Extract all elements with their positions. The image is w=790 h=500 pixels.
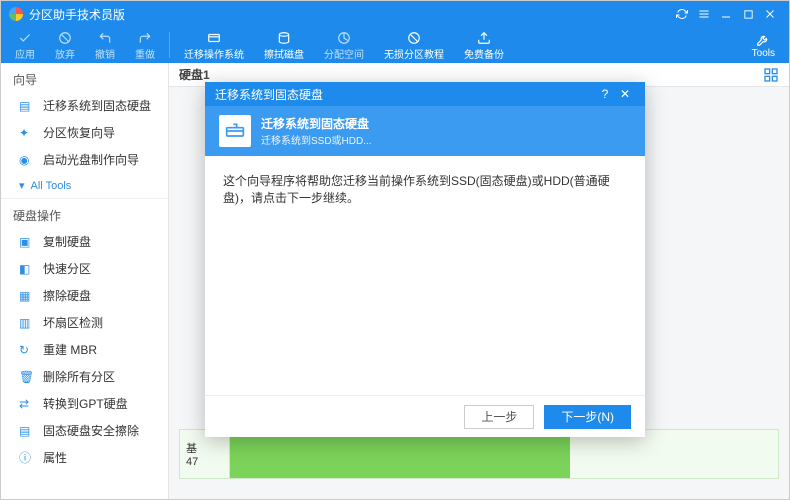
modal-migrate-os: 迁移系统到固态硬盘 ? ✕ 迁移系统到固态硬盘 迁移系统到SSD或HDD... … <box>205 82 645 437</box>
sidebar-section-disk: 硬盘操作 <box>1 199 168 228</box>
sidebar-item-convert-gpt[interactable]: ⇄转换到GPT硬盘 <box>1 390 168 417</box>
wipe-icon: ▦ <box>19 289 35 303</box>
partition-icon: ◧ <box>19 262 35 276</box>
sidebar-section-wizard: 向导 <box>1 63 168 92</box>
sidebar-item-partition-recovery[interactable]: ✦分区恢复向导 <box>1 119 168 146</box>
refresh-icon[interactable] <box>671 3 693 25</box>
sidebar-item-bad-sector[interactable]: ▥坏扇区检测 <box>1 309 168 336</box>
info-icon: ⓘ <box>19 451 35 465</box>
titlebar: 分区助手技术员版 <box>1 1 789 27</box>
tb-discard[interactable]: 放弃 <box>45 27 85 63</box>
next-button[interactable]: 下一步(N) <box>544 405 631 429</box>
copy-icon: ▣ <box>19 235 35 249</box>
mbr-icon: ↻ <box>19 343 35 357</box>
modal-title: 迁移系统到固态硬盘 <box>215 86 323 103</box>
modal-header: 迁移系统到固态硬盘 迁移系统到SSD或HDD... <box>205 106 645 156</box>
ssd-icon: ▤ <box>19 99 35 113</box>
tb-apply[interactable]: 应用 <box>5 27 45 63</box>
disc-icon: ◉ <box>19 153 35 167</box>
sidebar-item-quick-partition[interactable]: ◧快速分区 <box>1 255 168 282</box>
modal-help-icon[interactable]: ? <box>595 87 615 101</box>
toolbar: 应用 放弃 撤销 重做 迁移操作系统 擦拭磁盘 分配空间 无损分区教程 免费备份… <box>1 27 789 63</box>
sidebar-item-rebuild-mbr[interactable]: ↻重建 MBR <box>1 336 168 363</box>
convert-icon: ⇄ <box>19 397 35 411</box>
modal-titlebar: 迁移系统到固态硬盘 ? ✕ <box>205 82 645 106</box>
close-icon[interactable] <box>759 3 781 25</box>
maximize-icon[interactable] <box>737 3 759 25</box>
recovery-icon: ✦ <box>19 126 35 140</box>
app-title: 分区助手技术员版 <box>29 6 671 23</box>
view-toggle-icon[interactable] <box>763 67 779 83</box>
sidebar: 向导 ▤迁移系统到固态硬盘 ✦分区恢复向导 ◉启动光盘制作向导 ▾All Too… <box>1 63 169 499</box>
modal-header-title: 迁移系统到固态硬盘 <box>261 115 372 132</box>
sidebar-item-ssd-secure-erase[interactable]: ▤固态硬盘安全擦除 <box>1 417 168 444</box>
breadcrumb-disk[interactable]: 硬盘1 <box>179 66 210 83</box>
modal-body: 这个向导程序将帮助您迁移当前操作系统到SSD(固态硬盘)或HDD(普通硬盘)，请… <box>205 156 645 395</box>
sidebar-item-migrate-ssd[interactable]: ▤迁移系统到固态硬盘 <box>1 92 168 119</box>
trash-icon: 🗑 <box>19 370 35 384</box>
sidebar-item-bootable-media[interactable]: ◉启动光盘制作向导 <box>1 146 168 173</box>
toolbar-separator <box>169 32 170 58</box>
tb-free-backup[interactable]: 免费备份 <box>454 27 514 63</box>
modal-header-sub: 迁移系统到SSD或HDD... <box>261 132 372 147</box>
tb-wipe-disk[interactable]: 擦拭磁盘 <box>254 27 314 63</box>
minimize-icon[interactable] <box>715 3 737 25</box>
tb-migrate-os[interactable]: 迁移操作系统 <box>174 27 254 63</box>
modal-footer: 上一步 下一步(N) <box>205 395 645 437</box>
chevron-icon: ▾ <box>19 179 25 192</box>
erase-icon: ▤ <box>19 424 35 438</box>
partition-used-bar <box>230 430 570 478</box>
tb-allocate-space[interactable]: 分配空间 <box>314 27 374 63</box>
tb-tutorial[interactable]: 无损分区教程 <box>374 27 454 63</box>
sidebar-item-copy-disk[interactable]: ▣复制硬盘 <box>1 228 168 255</box>
disk-partition[interactable] <box>230 430 778 478</box>
sidebar-all-tools[interactable]: ▾All Tools <box>1 173 168 199</box>
app-window: 分区助手技术员版 应用 放弃 撤销 重做 迁移操作系统 擦拭磁盘 分配空间 无损… <box>0 0 790 500</box>
tb-redo[interactable]: 重做 <box>125 27 165 63</box>
menu-icon[interactable] <box>693 3 715 25</box>
sidebar-item-wipe-disk[interactable]: ▦擦除硬盘 <box>1 282 168 309</box>
sidebar-item-delete-all[interactable]: 🗑删除所有分区 <box>1 363 168 390</box>
tb-undo[interactable]: 撤销 <box>85 27 125 63</box>
disk-label: 基 47 <box>180 430 230 478</box>
scan-icon: ▥ <box>19 316 35 330</box>
tb-tools[interactable]: Tools <box>742 27 785 63</box>
modal-description: 这个向导程序将帮助您迁移当前操作系统到SSD(固态硬盘)或HDD(普通硬盘)，请… <box>223 172 627 206</box>
prev-button[interactable]: 上一步 <box>464 405 534 429</box>
sidebar-item-properties[interactable]: ⓘ属性 <box>1 444 168 471</box>
migrate-icon <box>219 115 251 147</box>
app-logo-icon <box>9 7 23 21</box>
modal-close-icon[interactable]: ✕ <box>615 87 635 101</box>
